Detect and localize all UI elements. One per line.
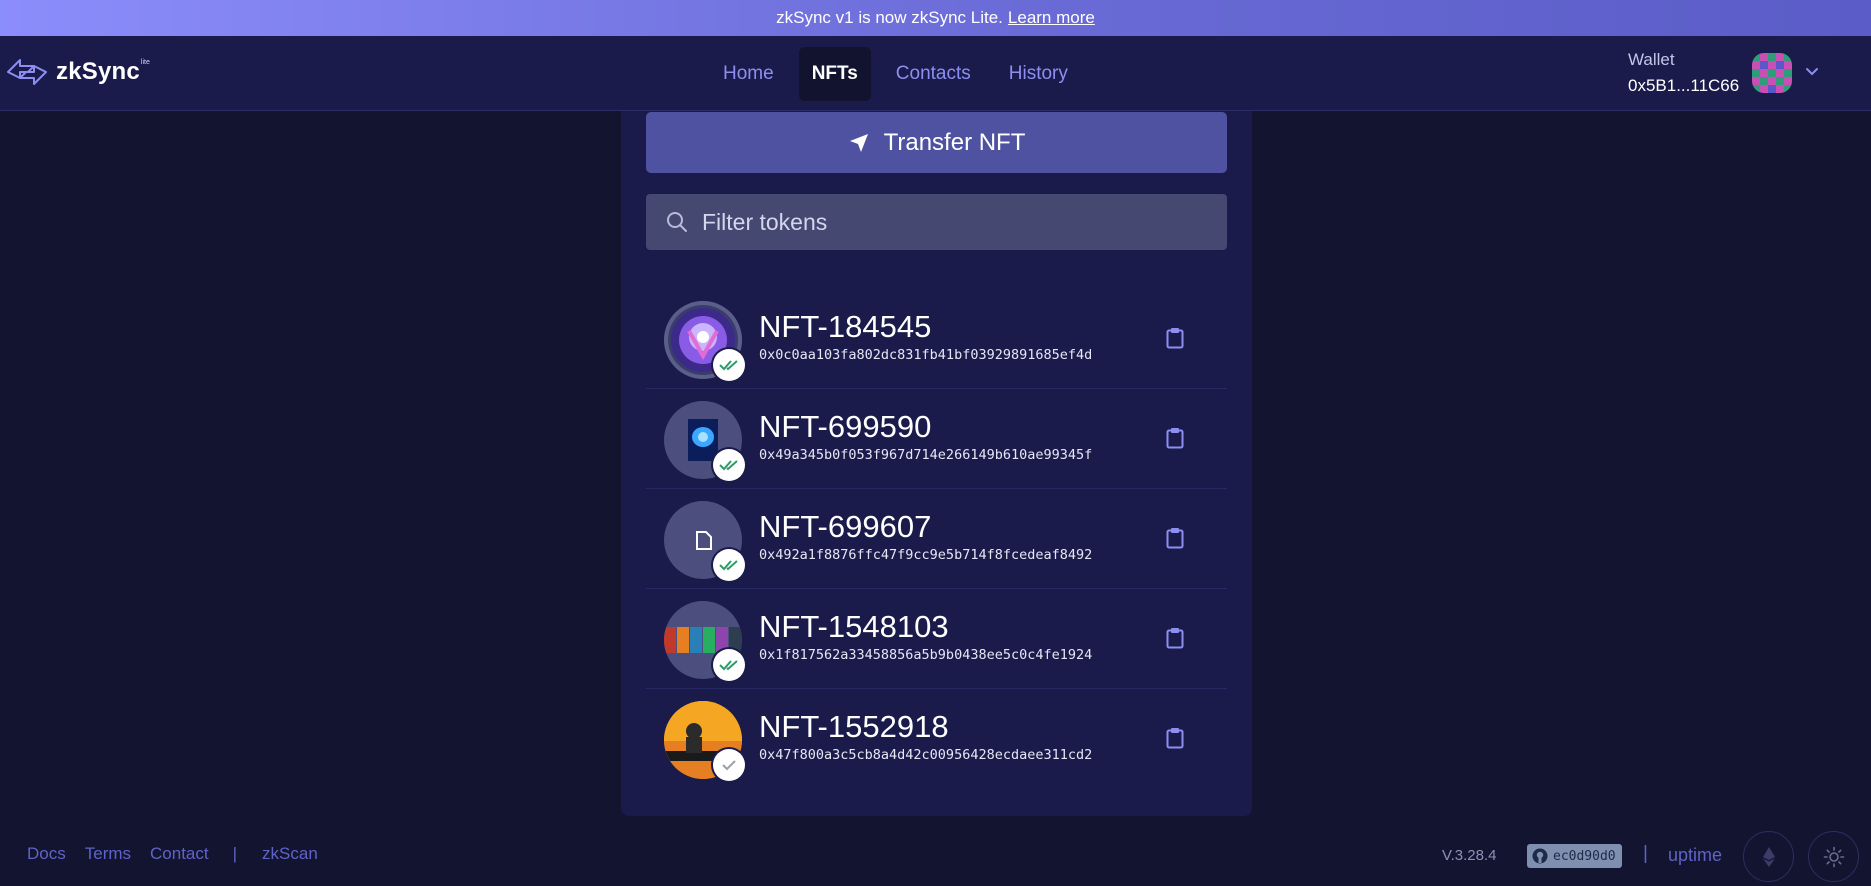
verified-double-check-icon <box>713 549 745 581</box>
commit-badge[interactable]: ec0d90d0 <box>1527 844 1622 868</box>
learn-more-link[interactable]: Learn more <box>1008 8 1095 28</box>
nav-contacts[interactable]: Contacts <box>883 47 984 101</box>
wallet-avatar[interactable] <box>1752 53 1792 93</box>
search-icon <box>667 212 687 232</box>
transfer-nft-label: Transfer NFT <box>883 128 1026 156</box>
ethereum-network-button[interactable] <box>1743 831 1794 882</box>
send-icon <box>849 133 868 152</box>
nft-list-item[interactable]: NFT-1548103 0x1f817562a33458856a5b9b0438… <box>646 589 1227 689</box>
nft-list-item[interactable]: NFT-699590 0x49a345b0f053f967d714e266149… <box>646 389 1227 489</box>
clipboard-icon[interactable] <box>1166 627 1184 649</box>
nft-name: NFT-699590 <box>759 409 932 444</box>
nft-address: 0x492a1f8876ffc47f9cc9e5b714f8fcedeaf849… <box>759 547 1093 563</box>
footer-separator: | <box>232 844 238 863</box>
transfer-nft-button[interactable]: Transfer NFT <box>646 112 1227 173</box>
footer-links: Docs Terms Contact | zkScan <box>27 844 337 864</box>
footer-separator: | <box>1643 843 1648 864</box>
nft-name: NFT-1552918 <box>759 709 949 744</box>
footer-docs-link[interactable]: Docs <box>27 844 66 864</box>
uptime-link[interactable]: uptime <box>1668 845 1722 866</box>
banner-text: zkSync v1 is now zkSync Lite. <box>776 8 1003 27</box>
filter-tokens-input[interactable] <box>702 208 1202 236</box>
logo-text: zkSync <box>56 58 140 85</box>
clipboard-icon[interactable] <box>1166 527 1184 549</box>
chevron-down-icon[interactable] <box>1805 67 1819 77</box>
nft-address: 0x49a345b0f053f967d714e266149b610ae99345… <box>759 447 1093 463</box>
verified-double-check-icon <box>713 349 745 381</box>
clipboard-icon[interactable] <box>1166 327 1184 349</box>
nft-list-item[interactable]: NFT-184545 0x0c0aa103fa802dc831fb41bf039… <box>646 289 1227 389</box>
top-header: zkSync lite Home NFTs Contacts History W… <box>0 36 1871 111</box>
footer-contact-link[interactable]: Contact <box>150 844 209 864</box>
nft-name: NFT-699607 <box>759 509 932 544</box>
nav-nfts[interactable]: NFTs <box>798 47 871 101</box>
zksync-logo[interactable]: zkSync lite <box>6 54 150 90</box>
theme-toggle-button[interactable] <box>1808 831 1859 882</box>
nav-home[interactable]: Home <box>710 47 787 101</box>
nft-list-item[interactable]: NFT-699607 0x492a1f8876ffc47f9cc9e5b714f… <box>646 489 1227 589</box>
verified-check-icon <box>713 749 745 781</box>
footer-terms-link[interactable]: Terms <box>85 844 131 864</box>
commit-hash: ec0d90d0 <box>1553 848 1616 864</box>
nft-name: NFT-1548103 <box>759 609 949 644</box>
nft-list: NFT-184545 0x0c0aa103fa802dc831fb41bf039… <box>646 289 1227 789</box>
ethereum-icon <box>1762 846 1775 867</box>
nft-address: 0x0c0aa103fa802dc831fb41bf03929891685ef4… <box>759 347 1093 363</box>
clipboard-icon[interactable] <box>1166 727 1184 749</box>
zksync-arrows-icon <box>7 59 47 85</box>
nav-history[interactable]: History <box>996 47 1081 101</box>
clipboard-icon[interactable] <box>1166 427 1184 449</box>
announcement-banner: zkSync v1 is now zkSync Lite. Learn more <box>0 0 1871 36</box>
nft-name: NFT-184545 <box>759 309 932 344</box>
nft-panel: Transfer NFT NFT-184545 0 <box>621 111 1252 816</box>
nft-address: 0x1f817562a33458856a5b9b0438ee5c0c4fe192… <box>759 647 1093 663</box>
logo-lite-badge: lite <box>140 58 150 66</box>
wallet-info[interactable]: Wallet 0x5B1...11C66 <box>1628 50 1739 96</box>
app-version: V.3.28.4 <box>1442 847 1497 864</box>
github-icon <box>1532 848 1548 864</box>
wallet-address: 0x5B1...11C66 <box>1628 76 1740 95</box>
main-nav: Home NFTs Contacts History <box>710 47 1081 101</box>
verified-double-check-icon <box>713 449 745 481</box>
filter-tokens-field[interactable] <box>646 194 1227 250</box>
nft-address: 0x47f800a3c5cb8a4d42c00956428ecdaee311cd… <box>759 747 1093 763</box>
nft-list-item[interactable]: NFT-1552918 0x47f800a3c5cb8a4d42c0095642… <box>646 689 1227 789</box>
wallet-label: Wallet <box>1628 50 1675 69</box>
footer-zkscan-link[interactable]: zkScan <box>262 844 318 864</box>
sun-icon <box>1823 846 1844 867</box>
verified-double-check-icon <box>713 649 745 681</box>
